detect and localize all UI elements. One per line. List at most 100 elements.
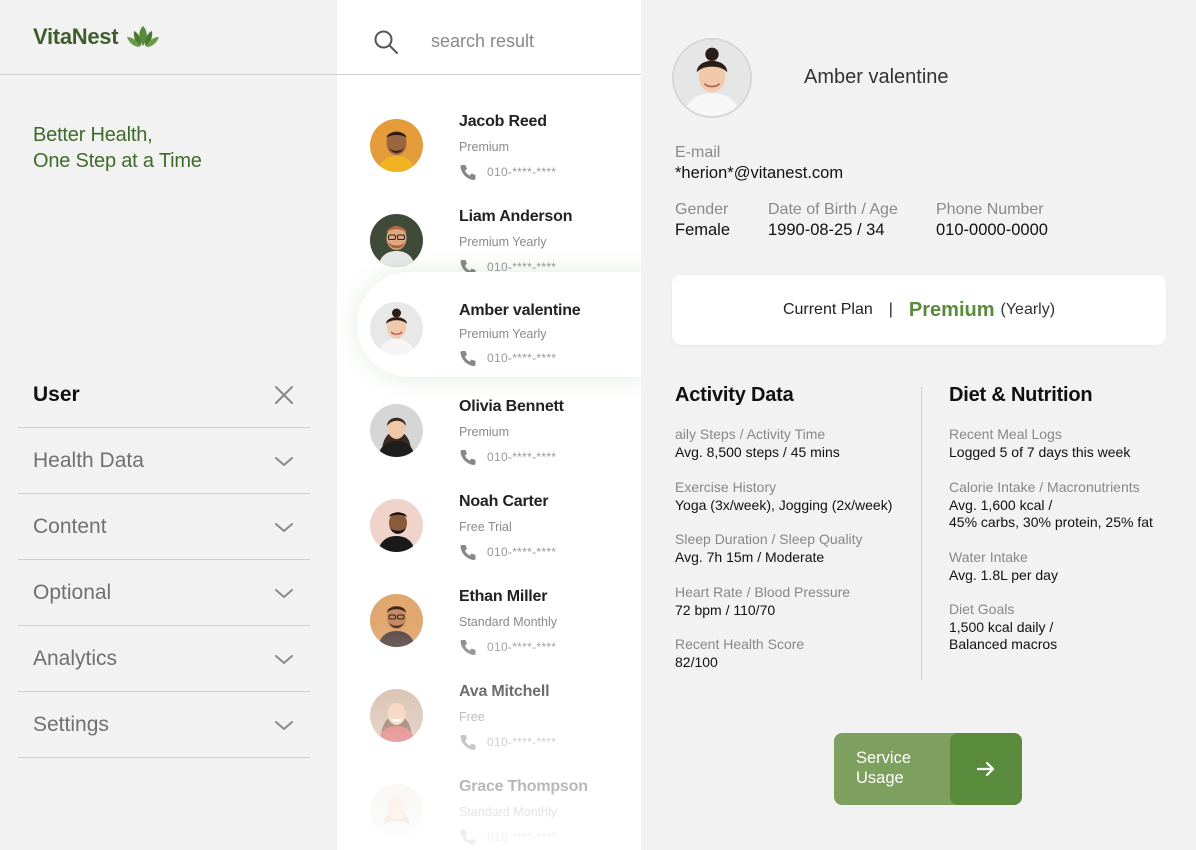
member-detail-panel: Amber valentine E-mail *herion*@vitanest…	[641, 0, 1196, 850]
member-plan: Free Trial	[459, 520, 512, 534]
menu-item-label: Health Data	[33, 448, 144, 472]
brand[interactable]: VitaNest	[33, 22, 160, 52]
member-row-ethan-miller[interactable]: Ethan Miller Standard Monthly 010-****-*…	[337, 572, 641, 667]
diet-metric-meal-logs: Recent Meal Logs Logged 5 of 7 days this…	[949, 426, 1196, 461]
member-row-noah-carter[interactable]: Noah Carter Free Trial 010-****-****	[337, 477, 641, 572]
menu-item-analytics[interactable]: Analytics	[18, 626, 310, 692]
menu-item-health-data[interactable]: Health Data	[18, 428, 310, 494]
phone-icon	[460, 165, 476, 180]
lotus-logo-icon	[127, 26, 160, 47]
search-icon[interactable]	[373, 29, 399, 55]
service-usage-label: Service Usage	[856, 749, 912, 787]
service-usage-button[interactable]: Service Usage	[834, 733, 1022, 805]
member-row-grace-thompson[interactable]: Grace Thompson Standard Monthly 010-****…	[337, 762, 641, 850]
activity-metric-health-score: Recent Health Score 82/100	[675, 636, 925, 671]
gender-label: Gender	[675, 201, 729, 218]
email-field: E-mail *herion*@vitanest.com	[675, 143, 843, 183]
metric-label: Sleep Duration / Sleep Quality	[675, 531, 863, 547]
sidebar: VitaNest Better Health, One Step at a Ti…	[0, 0, 337, 850]
member-phone-number: 010-****-****	[487, 830, 557, 844]
app-window: VitaNest Better Health, One Step at a Ti…	[0, 0, 1196, 850]
member-row-amber-valentine[interactable]: Amber valentine Premium Yearly 010-****-…	[337, 272, 641, 377]
phone-value: 010-0000-0000	[936, 221, 1048, 239]
avatar	[370, 784, 423, 837]
member-plan: Premium Yearly	[459, 327, 547, 341]
member-name: Grace Thompson	[459, 778, 588, 795]
member-phone: 010-****-****	[459, 638, 556, 656]
member-phone-number: 010-****-****	[487, 165, 557, 179]
dob-label: Date of Birth / Age	[768, 201, 898, 218]
activity-title: Activity Data	[675, 384, 794, 406]
metric-value: 72 bpm / 110/70	[675, 602, 776, 618]
member-phone: 010-****-****	[459, 349, 556, 367]
metric-label: Recent Health Score	[675, 636, 805, 652]
member-plan: Free	[459, 710, 485, 724]
tagline: Better Health, One Step at a Time	[33, 122, 202, 174]
diet-metric-calories: Calorie Intake / Macronutrients Avg. 1,6…	[949, 479, 1196, 531]
phone-icon	[460, 735, 476, 750]
member-list-panel: Jacob Reed Premium 010-****-****	[337, 0, 641, 850]
metric-value: Yoga (3x/week), Jogging (2x/week)	[675, 497, 893, 513]
member-name: Amber valentine	[459, 302, 581, 319]
arrow-right-icon[interactable]	[950, 733, 1022, 805]
phone-icon	[460, 830, 476, 845]
avatar	[370, 404, 423, 457]
brand-divider	[0, 74, 337, 75]
member-row-ava-mitchell[interactable]: Ava Mitchell Free 010-****-****	[337, 667, 641, 762]
search-input[interactable]	[431, 25, 621, 57]
menu-item-user[interactable]: User	[18, 362, 310, 428]
avatar	[370, 214, 423, 267]
metric-value: 82/100	[675, 654, 718, 670]
metric-value: Avg. 8,500 steps / 45 mins	[675, 444, 840, 460]
member-name: Liam Anderson	[459, 208, 573, 225]
activity-metric-heart-rate: Heart Rate / Blood Pressure 72 bpm / 110…	[675, 584, 925, 619]
dob-field: Date of Birth / Age 1990-08-25 / 34	[768, 200, 898, 240]
member-name: Ava Mitchell	[459, 683, 550, 700]
side-menu: User Health Data Content Optional Analyt…	[18, 362, 310, 758]
metric-label: Exercise History	[675, 479, 777, 495]
gender-value: Female	[675, 221, 731, 239]
email-value: *herion*@vitanest.com	[675, 164, 844, 182]
close-icon[interactable]	[272, 383, 296, 407]
metric-value: 1,500 kcal daily / Balanced macros	[949, 619, 1058, 652]
member-row-olivia-bennett[interactable]: Olivia Bennett Premium 010-****-****	[337, 382, 641, 477]
member-plan: Premium Yearly	[459, 235, 547, 249]
menu-item-optional[interactable]: Optional	[18, 560, 310, 626]
avatar	[370, 689, 423, 742]
plan-name: Premium	[908, 298, 995, 321]
avatar	[370, 302, 423, 355]
phone-field: Phone Number 010-0000-0000	[936, 200, 1048, 240]
menu-item-content[interactable]: Content	[18, 494, 310, 560]
member-name: Jacob Reed	[459, 113, 547, 130]
profile-name: Amber valentine	[804, 66, 949, 88]
member-row-jacob-reed[interactable]: Jacob Reed Premium 010-****-****	[337, 97, 641, 192]
chevron-down-icon	[275, 654, 293, 664]
member-phone: 010-****-****	[459, 733, 556, 751]
menu-item-settings[interactable]: Settings	[18, 692, 310, 758]
metric-label: Water Intake	[949, 549, 1028, 565]
tagline-line-2: One Step at a Time	[33, 150, 202, 172]
phone-icon	[460, 351, 476, 366]
member-plan: Premium	[459, 425, 510, 439]
member-phone-number: 010-****-****	[487, 735, 557, 749]
menu-item-label: Analytics	[33, 646, 118, 670]
chevron-down-icon	[275, 456, 293, 466]
chevron-down-icon	[275, 720, 293, 730]
chevron-down-icon	[275, 588, 293, 598]
avatar	[370, 499, 423, 552]
member-phone: 010-****-****	[459, 163, 556, 181]
current-plan-label: Current Plan	[782, 301, 873, 318]
brand-name: VitaNest	[33, 24, 119, 49]
plan-separator: |	[888, 301, 893, 318]
tagline-line-1: Better Health,	[33, 124, 153, 146]
metric-label: Heart Rate / Blood Pressure	[675, 584, 851, 600]
metric-value: Avg. 1.8L per day	[949, 567, 1058, 583]
menu-item-label: Content	[33, 514, 107, 538]
member-phone-number: 010-****-****	[487, 450, 557, 464]
member-plan: Standard Monthly	[459, 615, 557, 629]
activity-metric-sleep: Sleep Duration / Sleep Quality Avg. 7h 1…	[675, 531, 925, 566]
metric-label: aily Steps / Activity Time	[675, 426, 826, 442]
email-label: E-mail	[675, 144, 721, 161]
member-name: Noah Carter	[459, 493, 549, 510]
phone-label: Phone Number	[936, 201, 1044, 218]
